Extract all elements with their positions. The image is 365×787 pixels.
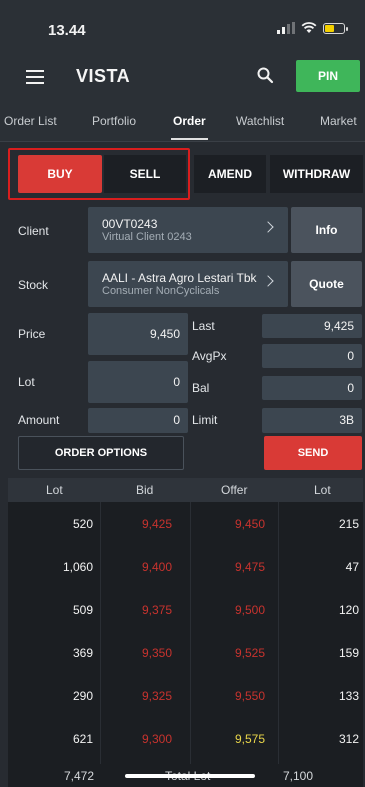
offer-price: 9,450 [234,517,266,531]
total-offer-lot: 7,100 [283,769,314,783]
limit-field: 3B [262,408,362,433]
price-value: 9,450 [149,327,180,341]
amount-value: 0 [173,413,180,427]
orderbook-row[interactable]: 621 9,300 9,575 312 [8,717,363,760]
bid-price: 9,350 [141,646,173,660]
limit-label: Limit [192,413,218,427]
tab-portfolio[interactable]: Portfolio [92,114,136,128]
header-offer-lot: Lot [314,483,331,497]
tab-market[interactable]: Market [320,114,357,128]
offer-lot: 159 [338,646,359,660]
bid-price: 9,300 [141,732,173,746]
lot-value: 0 [173,375,180,389]
offer-price: 9,575 [234,732,266,746]
price-label: Price [18,327,46,341]
offer-price: 9,550 [234,689,266,703]
offer-lot: 133 [338,689,359,703]
header-bid-lot: Lot [46,483,63,497]
bid-price: 9,325 [141,689,173,703]
last-field: 9,425 [262,314,362,338]
pin-button[interactable]: PIN [296,60,360,92]
app-title: VISTA [76,66,131,86]
status-bar: 13.44 [0,0,365,60]
wifi-icon [301,22,317,33]
client-code: 00VT0243 [102,217,158,231]
nav-tabs: Order List Portfolio Order Watchlist Mar… [0,100,365,142]
bid-lot: 369 [72,646,93,660]
price-input[interactable]: 9,450 [88,313,188,355]
signal-icon [277,22,295,34]
last-label: Last [192,319,215,333]
orderbook-row[interactable]: 1,060 9,400 9,475 47 [8,545,363,588]
stock-selector[interactable]: AALI - Astra Agro Lestari Tbk Consumer N… [88,261,288,307]
avgpx-value: 0 [347,349,354,363]
offer-price: 9,525 [234,646,266,660]
search-icon[interactable] [256,66,274,84]
stock-label: Stock [18,278,49,292]
avgpx-label: AvgPx [192,349,227,363]
withdraw-button[interactable]: WITHDRAW [270,155,363,193]
battery-icon [323,22,348,34]
last-value: 9,425 [323,319,354,333]
tab-order-list[interactable]: Order List [4,114,57,128]
amount-label: Amount [18,413,60,427]
menu-icon[interactable] [26,70,44,84]
orderbook-row[interactable]: 520 9,425 9,450 215 [8,502,363,545]
bid-price: 9,425 [141,517,173,531]
offer-lot: 47 [345,560,359,574]
lot-label: Lot [18,375,35,389]
client-label: Client [18,224,49,238]
orderbook-row[interactable]: 290 9,325 9,550 133 [8,674,363,717]
bal-field: 0 [262,376,362,400]
sell-button[interactable]: SELL [104,155,186,193]
amount-field: 0 [88,408,188,433]
orderbook-row[interactable]: 369 9,350 9,525 159 [8,631,363,674]
header-bid: Bid [136,483,154,497]
stock-name: AALI - Astra Agro Lestari Tbk [102,271,257,285]
quote-button[interactable]: Quote [291,261,362,307]
total-bid-lot: 7,472 [64,769,95,783]
client-name: Virtual Client 0243 [102,231,192,243]
bid-lot: 621 [72,732,93,746]
status-time: 13.44 [48,22,86,39]
bid-lot: 1,060 [62,560,93,574]
client-selector[interactable]: 00VT0243 Virtual Client 0243 [88,207,288,253]
bal-value: 0 [347,381,354,395]
header-offer: Offer [221,483,248,497]
bid-price: 9,375 [141,603,173,617]
status-icons [277,22,348,34]
tab-order[interactable]: Order [171,114,208,140]
order-options-button[interactable]: ORDER OPTIONS [18,436,184,470]
lot-input[interactable]: 0 [88,361,188,403]
bid-lot: 520 [72,517,93,531]
info-button[interactable]: Info [291,207,362,253]
orderbook: 520 9,425 9,450 215 1,060 9,400 9,475 47… [8,502,363,764]
bid-lot: 290 [72,689,93,703]
bid-lot: 509 [72,603,93,617]
app-bar: VISTA PIN [0,60,365,100]
send-button[interactable]: SEND [264,436,362,470]
bid-price: 9,400 [141,560,173,574]
buy-button[interactable]: BUY [18,155,102,193]
orderbook-header: Lot Bid Offer Lot [8,478,363,502]
home-indicator[interactable] [125,774,255,778]
stock-sector: Consumer NonCyclicals [102,285,220,297]
avgpx-field: 0 [262,344,362,368]
orderbook-row[interactable]: 509 9,375 9,500 120 [8,588,363,631]
amend-button[interactable]: AMEND [194,155,266,193]
offer-lot: 215 [338,517,359,531]
offer-price: 9,475 [234,560,266,574]
order-mode-selector: BUY SELL AMEND WITHDRAW [8,148,363,200]
bal-label: Bal [192,381,210,395]
limit-value: 3B [339,413,354,427]
offer-lot: 312 [338,732,359,746]
offer-lot: 120 [338,603,359,617]
offer-price: 9,500 [234,603,266,617]
tab-watchlist[interactable]: Watchlist [236,114,284,128]
